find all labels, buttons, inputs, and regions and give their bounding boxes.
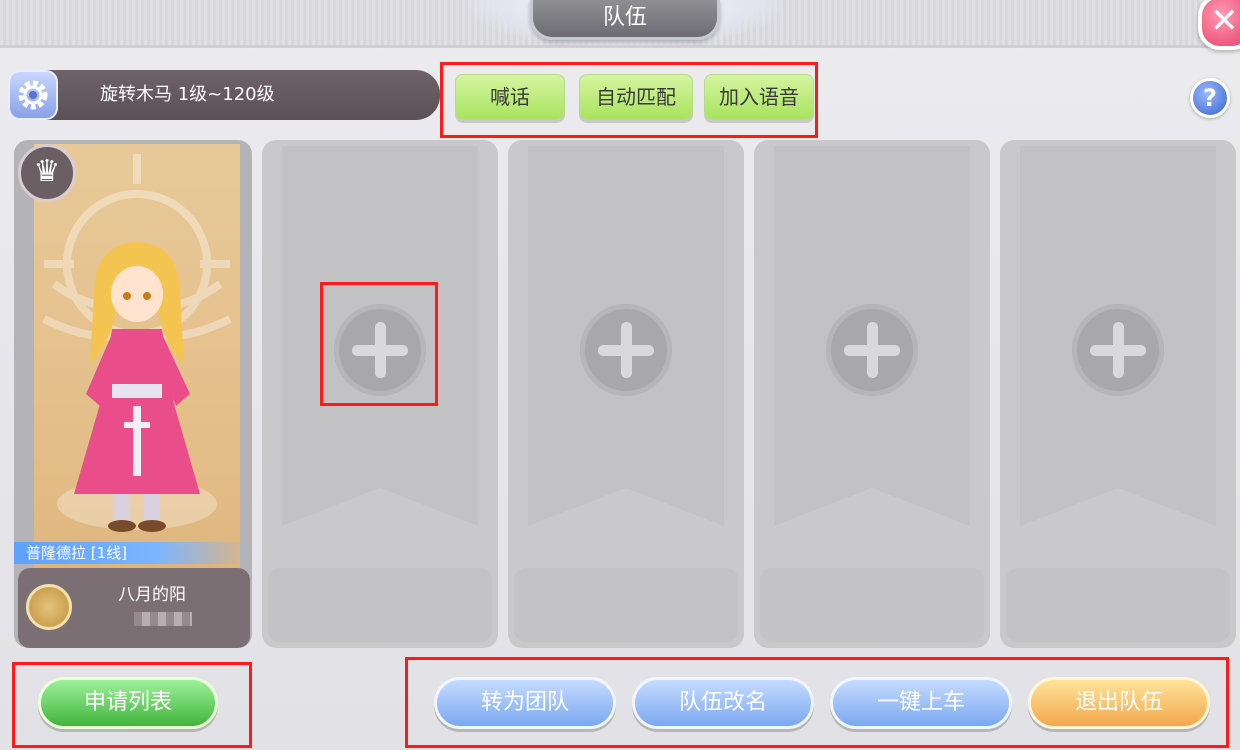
invite-plus-icon[interactable] bbox=[826, 304, 918, 396]
close-button[interactable]: ✕ bbox=[1198, 0, 1240, 50]
shout-button[interactable]: 喊话 bbox=[455, 74, 565, 120]
crown-icon: ♛ bbox=[33, 154, 61, 189]
close-icon: ✕ bbox=[1210, 1, 1239, 41]
leader-crown-badge: ♛ bbox=[18, 144, 76, 202]
invite-plus-icon[interactable] bbox=[580, 304, 672, 396]
invite-slot-highlight bbox=[320, 282, 438, 406]
invite-plus-icon[interactable] bbox=[1072, 304, 1164, 396]
team-topic-bar[interactable]: 旋转木马 1级~120级 bbox=[8, 70, 440, 120]
empty-member-slot[interactable] bbox=[754, 140, 990, 648]
empty-member-slot[interactable] bbox=[1000, 140, 1236, 648]
slot-footer bbox=[1006, 568, 1230, 642]
rename-team-button[interactable]: 队伍改名 bbox=[632, 677, 814, 729]
slot-footer bbox=[514, 568, 738, 642]
auto-match-button[interactable]: 自动匹配 bbox=[579, 74, 693, 120]
leader-subtitle-blurred bbox=[134, 612, 192, 626]
job-emblem-icon bbox=[26, 584, 72, 630]
page-title: 队伍 bbox=[530, 0, 720, 40]
character-portrait bbox=[42, 154, 232, 532]
apply-list-button[interactable]: 申请列表 bbox=[38, 677, 218, 729]
leader-info-box: 八月的阳 bbox=[18, 568, 250, 648]
team-topic-text: 旋转木马 1级~120级 bbox=[100, 84, 275, 105]
leader-name: 八月的阳 bbox=[118, 585, 186, 605]
topic-settings-button[interactable] bbox=[8, 70, 58, 120]
one-click-board-button[interactable]: 一键上车 bbox=[830, 677, 1012, 729]
convert-to-raid-button[interactable]: 转为团队 bbox=[434, 677, 616, 729]
team-panel: 队伍 ✕ 旋转木马 1级~120级 喊话 自动匹配 加入语音 ? ♛ 普隆德拉 … bbox=[0, 0, 1240, 750]
question-icon: ? bbox=[1203, 84, 1217, 112]
slot-footer bbox=[760, 568, 984, 642]
join-voice-button[interactable]: 加入语音 bbox=[704, 74, 814, 120]
leave-team-button[interactable]: 退出队伍 bbox=[1028, 677, 1210, 729]
help-button[interactable]: ? bbox=[1190, 78, 1230, 118]
empty-member-slot[interactable] bbox=[508, 140, 744, 648]
gear-icon bbox=[18, 80, 48, 110]
leader-server-line: 普隆德拉 [1线] bbox=[14, 542, 250, 564]
leader-member-card[interactable]: ♛ 普隆德拉 [1线] 八月的阳 bbox=[14, 140, 252, 648]
slot-footer bbox=[268, 568, 492, 642]
